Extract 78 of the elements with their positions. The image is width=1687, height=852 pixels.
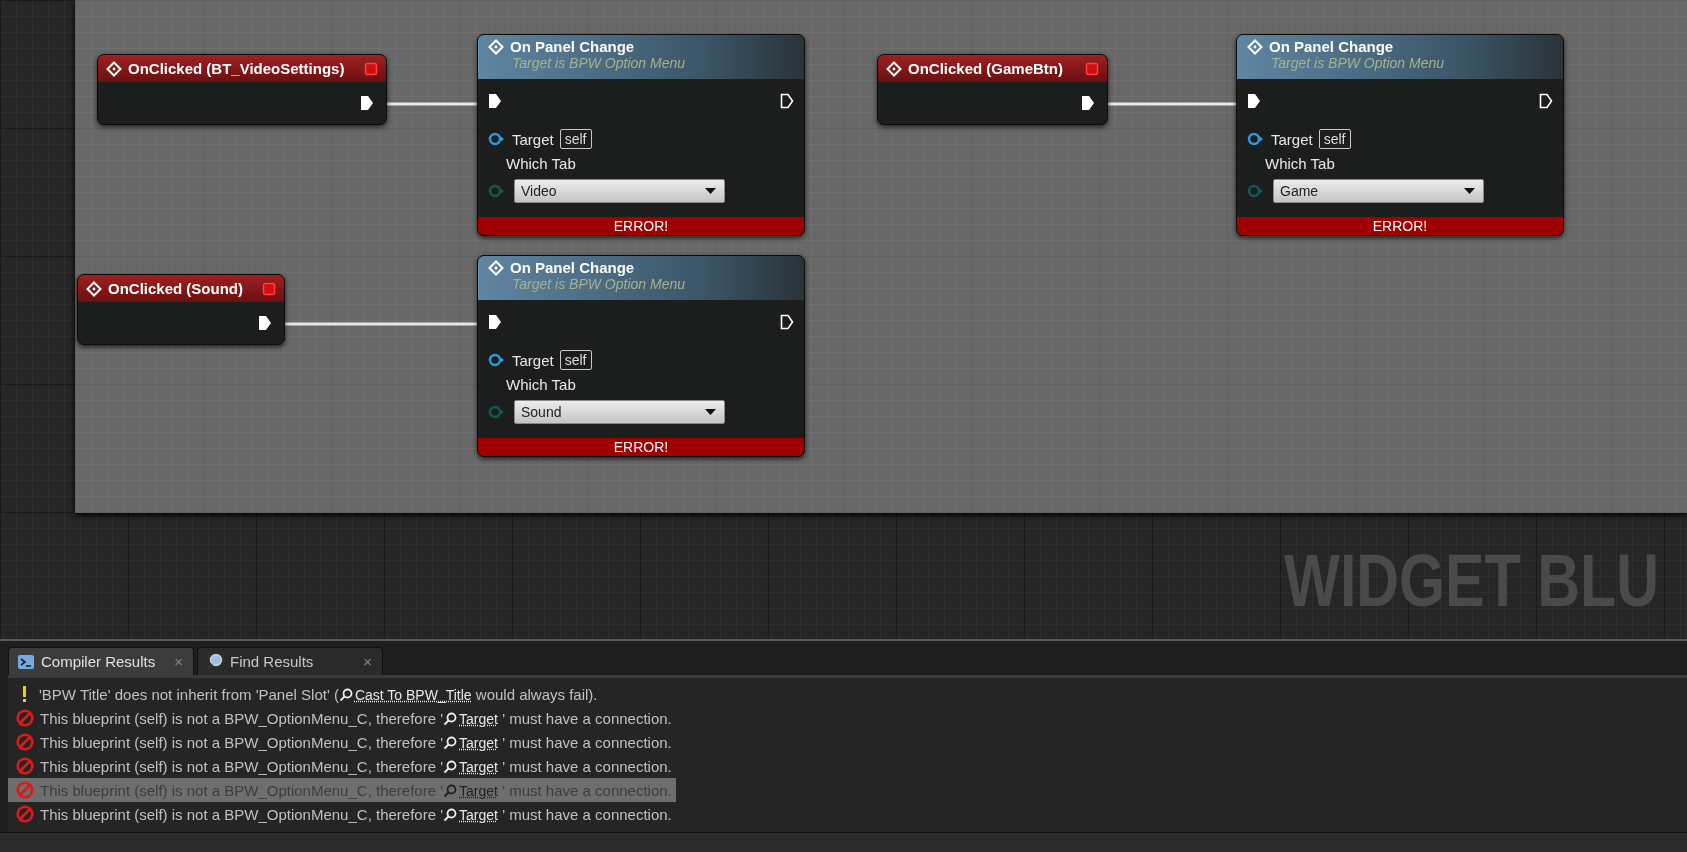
event-diamond-icon (886, 60, 902, 77)
tab-dropdown[interactable]: Game (1273, 179, 1484, 203)
console-icon (17, 652, 35, 671)
pin-label: Target (1271, 130, 1313, 148)
delegate-pin-icon[interactable] (262, 281, 276, 296)
error-icon (16, 757, 34, 775)
node-title: On Panel Change (510, 38, 635, 55)
message-text: This blueprint (self) is not a BPW_OptionMenu_C, therefore ' Target ' must have a connection. (40, 805, 672, 823)
node-title: On Panel Change (510, 259, 635, 276)
search-icon (443, 735, 458, 750)
pin-label: Which Tab (506, 376, 576, 393)
error-banner: ERROR! (478, 438, 804, 456)
caret-icon (705, 409, 716, 415)
tab-dropdown[interactable]: Sound (514, 400, 725, 424)
error-banner: ERROR! (478, 217, 804, 235)
warning-icon (22, 686, 27, 702)
input-pin-icon[interactable] (488, 405, 506, 419)
message-text: This blueprint (self) is not a BPW_OptionMenu_C, therefore ' Target ' must have a connection. (40, 757, 672, 775)
exec-pin-icon[interactable] (780, 314, 794, 330)
node-subtitle: Target is BPW Option Menu (512, 276, 686, 292)
caret-icon (1464, 188, 1475, 194)
search-icon (443, 711, 458, 726)
caret-icon (705, 188, 716, 194)
node-title: OnClicked (Sound) (108, 280, 244, 297)
node-link[interactable]: Target (443, 806, 498, 823)
exec-pin-icon[interactable] (488, 93, 502, 109)
error-icon (16, 709, 34, 727)
pin-label: Which Tab (506, 155, 576, 172)
input-pin-icon[interactable] (488, 353, 506, 367)
event-diamond-icon (106, 60, 122, 77)
search-icon (206, 652, 224, 671)
error-icon (16, 805, 34, 823)
node-title: OnClicked (BT_VideoSettings) (128, 60, 346, 77)
exec-pin-icon[interactable] (1081, 95, 1095, 111)
delegate-pin-icon[interactable] (1085, 61, 1099, 76)
message-text: This blueprint (self) is not a BPW_OptionMenu_C, therefore ' Target ' must have a connection. (40, 709, 672, 727)
search-icon (338, 687, 353, 702)
message-text: This blueprint (self) is not a BPW_OptionMenu_C, therefore ' Target ' must have a connection. (40, 733, 672, 751)
results-tab[interactable]: Find Results × (197, 647, 383, 675)
input-pin-icon[interactable] (1247, 184, 1265, 198)
exec-pin-icon[interactable] (488, 314, 502, 330)
event-diamond-icon (86, 280, 102, 297)
event-diamond-icon (1247, 38, 1263, 55)
node-link[interactable]: Cast To BPW_Title (338, 686, 472, 703)
input-pin-icon[interactable] (488, 132, 506, 146)
node-subtitle: Target is BPW Option Menu (1271, 55, 1445, 71)
error-banner: ERROR! (1237, 217, 1563, 235)
error-icon (16, 733, 34, 751)
pin-label: Which Tab (1265, 155, 1335, 172)
event-diamond-icon (488, 38, 504, 55)
close-button[interactable]: × (361, 653, 374, 670)
exec-pin-icon[interactable] (780, 93, 794, 109)
error-icon (16, 781, 34, 799)
exec-pin-icon[interactable] (1247, 93, 1261, 109)
search-icon (443, 783, 458, 798)
pin-value: self (559, 129, 592, 149)
node-title: OnClicked (GameBtn) (908, 60, 1065, 77)
pin-label: Target (512, 351, 554, 369)
search-icon (443, 759, 458, 774)
exec-pin-icon[interactable] (258, 315, 272, 331)
event-diamond-icon (488, 259, 504, 276)
node-title: On Panel Change (1269, 38, 1394, 55)
input-pin-icon[interactable] (488, 184, 506, 198)
pin-value: self (1318, 129, 1351, 149)
exec-pin-icon[interactable] (360, 95, 374, 111)
pin-value: self (559, 350, 592, 370)
results-tab[interactable]: Compiler Results × (8, 647, 194, 675)
message-text: 'BPW Title' does not inherit from 'Panel Slot' ( Cast To BPW_Title would always fail). (39, 685, 598, 703)
node-link[interactable]: Target (443, 758, 498, 775)
pin-label: Target (512, 130, 554, 148)
node-link[interactable]: Target (443, 734, 498, 751)
node-subtitle: Target is BPW Option Menu (512, 55, 686, 71)
input-pin-icon[interactable] (1247, 132, 1265, 146)
delegate-pin-icon[interactable] (364, 61, 378, 76)
search-icon (443, 807, 458, 822)
exec-pin-icon[interactable] (1539, 93, 1553, 109)
node-link[interactable]: Target (443, 710, 498, 727)
tab-dropdown[interactable]: Video (514, 179, 725, 203)
